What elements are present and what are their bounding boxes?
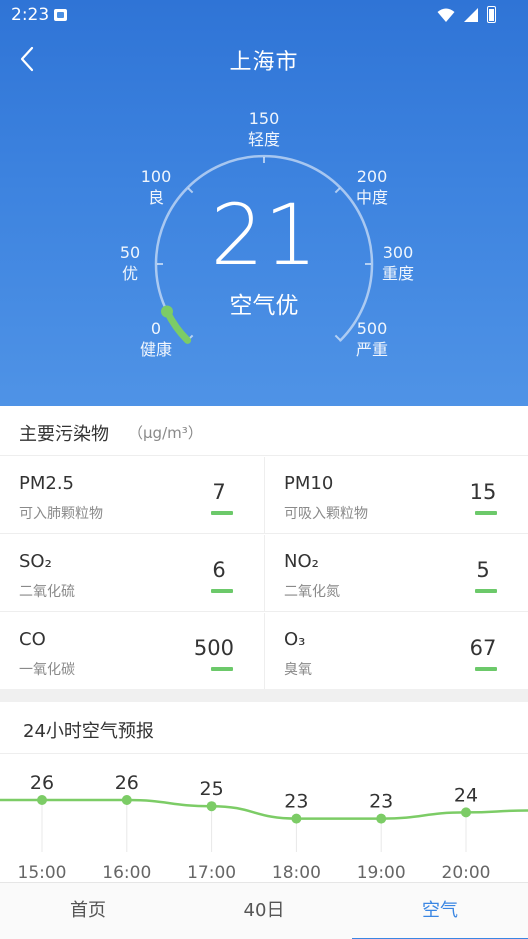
forecast-value-label: 23 [369,791,393,813]
pollutant-name: PM10 [284,473,334,494]
tab-home[interactable]: 首页 [0,883,176,939]
page-title: 上海市 [229,50,299,75]
forecast-time-label: 18:00 [272,863,321,882]
pollutant-value: 5 [476,558,490,582]
forecast-value-label: 25 [200,778,224,800]
aqi-gauge: 0 健康 50 优 100 良 150 轻度 200 中度 300 重度 500 严重 21 … [0,100,528,380]
gauge-label-300: 300 重度 [381,243,414,283]
forecast-header: 24小时空气预报 [0,702,528,754]
pollutant-cell-pm10: PM10 可吸入颗粒物 15 [264,457,528,534]
pollutants-unit: （μg/m³） [128,424,203,442]
tab-40-day[interactable]: 40日 [176,883,352,939]
gauge-label-500: 500 严重 [355,319,388,359]
battery-icon [487,6,496,23]
forecast-line-chart: 26 15:00 26 16:00 25 17:00 23 18:00 23 19:00 24 20:… [0,772,528,882]
status-time: 2:23 [11,5,50,25]
pollutant-name: SO₂ [19,551,52,572]
aqi-level: 空气优 [229,293,299,319]
forecast-point [376,813,387,824]
app-notification-icon [54,9,67,21]
pollutant-name: CO [19,629,46,650]
wifi-icon [437,8,455,22]
pollutant-value: 7 [212,480,226,504]
pollutant-desc: 可吸入颗粒物 [284,506,368,522]
pollutant-cell-pm25: PM2.5 可入肺颗粒物 7 [0,457,264,534]
pollutants-title: 主要污染物 [19,424,109,445]
forecast-time-label: 15:00 [18,863,67,882]
pollutant-value: 6 [212,558,226,582]
pollutant-level-bar [211,511,233,515]
forecast-time-label: 19:00 [357,863,406,882]
pollutant-cell-so2: SO₂ 二氧化硫 6 [0,535,264,612]
pollutant-cell-o3: O₃ 臭氧 67 [264,613,528,690]
bottom-tab-bar: 首页 40日 空气 [0,882,528,939]
pollutant-desc: 二氧化硫 [19,584,75,600]
gauge-label-50: 50 优 [119,243,141,283]
forecast-value-label: 23 [284,791,308,813]
pollutant-cell-co: CO 一氧化碳 500 [0,613,264,690]
pollutant-desc: 一氧化碳 [19,662,75,678]
signal-icon [464,7,478,22]
forecast-chart[interactable]: 26 15:00 26 16:00 25 17:00 23 18:00 23 19:00 24 20:… [0,754,528,882]
gauge-label-0: 0 健康 [139,319,172,359]
forecast-time-label: 16:00 [102,863,151,882]
pollutant-level-bar [475,511,497,515]
forecast-time-label: 17:00 [187,863,236,882]
pollutant-name: O₃ [284,629,306,650]
forecast-title: 24小时空气预报 [23,721,154,742]
forecast-point [121,795,132,805]
forecast-point [37,795,47,805]
pollutants-grid: PM2.5 可入肺颗粒物 7 PM10 可吸入颗粒物 15 SO₂ 二氧化硫 6… [0,457,528,690]
pollutant-level-bar [211,667,233,671]
pollutant-desc: 二氧化氮 [284,584,340,600]
pollutant-name: NO₂ [284,551,319,572]
pollutant-desc: 臭氧 [284,662,312,678]
forecast-point [461,807,471,818]
forecast-point [206,801,217,812]
gauge-label-150: 150 轻度 [247,109,280,149]
tab-air[interactable]: 空气 [352,883,528,939]
section-divider [0,689,528,702]
pollutant-level-bar [475,589,497,593]
pollutant-desc: 可入肺颗粒物 [19,506,103,522]
pollutant-cell-no2: NO₂ 二氧化氮 5 [264,535,528,612]
pollutant-level-bar [475,667,497,671]
aqi-hero: 2:23 上海市 0 健康 50 优 100 良 150 轻度 200 中度 3… [0,0,528,406]
status-bar: 2:23 [0,0,528,30]
forecast-value-label: 26 [115,772,139,794]
forecast-value-label: 24 [454,784,478,806]
forecast-series-line [0,798,528,820]
pollutant-name: PM2.5 [19,473,75,494]
pollutant-value: 67 [469,636,497,660]
aqi-value: 21 [210,186,318,284]
forecast-value-label: 26 [30,772,54,794]
forecast-time-label: 20:00 [442,863,491,882]
pollutant-value: 15 [469,480,497,504]
forecast-point [291,813,302,824]
pollutant-value: 500 [193,636,234,660]
pollutant-level-bar [211,589,233,593]
pollutants-header: 主要污染物 （μg/m³） [0,406,528,456]
